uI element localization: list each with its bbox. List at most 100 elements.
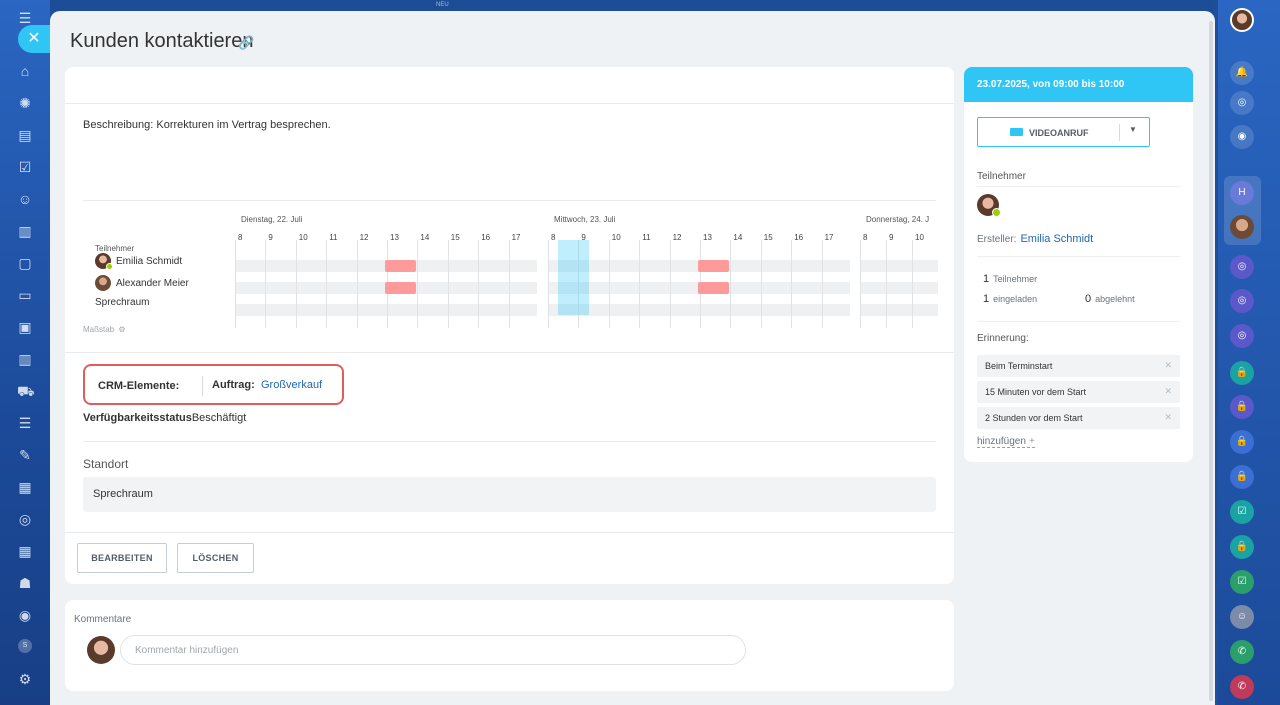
participant-avatar[interactable] xyxy=(977,194,1001,217)
busy-slot xyxy=(385,282,416,294)
slot-line xyxy=(821,240,823,328)
user-initial-badge[interactable]: H xyxy=(1230,181,1254,205)
goals-icon[interactable]: ◉ xyxy=(17,607,33,623)
cart-icon[interactable]: ⛟ xyxy=(17,383,35,399)
edit-button[interactable]: BEARBEITEN xyxy=(77,543,167,573)
contacts-icon[interactable]: ☺ xyxy=(17,191,33,207)
chat-icon[interactable]: ◉ xyxy=(1230,125,1254,149)
scrollbar[interactable] xyxy=(1209,21,1213,701)
home-icon[interactable]: ⌂ xyxy=(17,63,33,79)
hour-label: 9 xyxy=(889,233,894,242)
day-separator xyxy=(853,240,855,328)
slot-line xyxy=(417,240,419,328)
gear-icon[interactable]: ⚙ xyxy=(118,325,125,334)
target-icon[interactable]: ◎ xyxy=(1230,91,1254,115)
avatar[interactable] xyxy=(1230,8,1254,32)
link-icon[interactable]: 🔗 xyxy=(238,35,254,51)
avatar xyxy=(87,636,115,664)
feed-icon[interactable]: ✺ xyxy=(17,95,33,111)
divider xyxy=(65,532,954,533)
check-square-icon[interactable]: ☑ xyxy=(1230,570,1254,594)
stat-count: 1 xyxy=(983,293,990,305)
lock-icon[interactable]: 🔒 xyxy=(1230,535,1254,559)
comments-title: Kommentare xyxy=(74,614,132,625)
selected-time-slot[interactable] xyxy=(558,240,589,315)
video-call-label: VIDEOANRUF xyxy=(1029,128,1089,138)
day-label: Donnerstag, 24. J xyxy=(866,215,930,224)
video-call-button[interactable]: VIDEOANRUF ▼ xyxy=(977,117,1150,147)
day-separator xyxy=(537,240,539,328)
close-icon[interactable]: ✕ xyxy=(1164,386,1172,397)
robot-icon[interactable]: ☗ xyxy=(17,575,33,591)
divider xyxy=(83,441,936,442)
slot-line xyxy=(295,240,297,328)
busy-slot xyxy=(698,260,729,272)
check-square-icon[interactable]: ☑ xyxy=(1230,500,1254,524)
user-initial-badge[interactable]: S xyxy=(18,639,32,653)
availability-status: VerfügbarkeitsstatusBeschäftigt xyxy=(83,412,246,424)
hour-label: 13 xyxy=(390,233,399,242)
menu-icon[interactable]: ☰ xyxy=(17,10,33,26)
slot-line xyxy=(860,240,861,328)
divider xyxy=(977,256,1180,257)
lock-icon[interactable]: 🔒 xyxy=(1230,395,1254,419)
close-icon[interactable]: ✕ xyxy=(1164,412,1172,423)
chat-icon[interactable]: ▢ xyxy=(17,255,33,271)
bell-icon[interactable]: 🔔 xyxy=(1230,61,1254,85)
document-icon[interactable]: ▤ xyxy=(17,127,33,143)
divider xyxy=(83,200,936,201)
stat-count: 1 xyxy=(983,273,990,285)
slot-line xyxy=(912,240,913,328)
cards-icon[interactable]: ▭ xyxy=(17,287,33,303)
hour-label: 15 xyxy=(450,233,460,242)
busy-slot xyxy=(385,260,416,272)
target-icon[interactable]: ◎ xyxy=(1230,324,1254,348)
stat-label: Teilnehmer xyxy=(993,274,1038,284)
divider xyxy=(202,376,203,396)
edit-doc-icon[interactable]: ✎ xyxy=(17,447,33,463)
lock-icon[interactable]: 🔒 xyxy=(1230,465,1254,489)
divider xyxy=(977,321,1180,322)
target-icon[interactable]: ◎ xyxy=(17,511,33,527)
event-datetime: 23.07.2025, von 09:00 bis 10:00 xyxy=(964,67,1193,102)
comment-input[interactable]: Kommentar hinzufügen xyxy=(120,635,746,665)
new-badge: NEU xyxy=(436,2,449,8)
crm-link[interactable]: Großverkauf xyxy=(261,379,322,391)
id-card-icon[interactable]: ▦ xyxy=(17,479,33,495)
chevron-down-icon[interactable]: ▼ xyxy=(1129,125,1137,134)
close-icon[interactable]: ✕ xyxy=(1164,360,1172,371)
divider xyxy=(1119,124,1120,141)
reminder-item: 15 Minuten vor dem Start ✕ xyxy=(977,381,1180,403)
add-reminder-link[interactable]: hinzufügen + xyxy=(977,436,1035,448)
right-sidebar: 🔔 ◎ ◉ H ◎ ◎ ◎ 🔒 🔒 🔒 🔒 ☑ 🔒 ☑ ☺ ✆ ✆ xyxy=(1218,0,1280,705)
slot-line xyxy=(730,240,732,328)
slot-line xyxy=(478,240,480,328)
files-icon[interactable]: ▥ xyxy=(17,223,33,239)
timeline-row xyxy=(235,304,537,316)
calendar-icon[interactable]: ▦ xyxy=(17,543,33,559)
target-icon[interactable]: ◎ xyxy=(1230,289,1254,313)
hour-label: 9 xyxy=(268,233,273,242)
delete-button[interactable]: LÖSCHEN xyxy=(177,543,254,573)
lock-icon[interactable]: 🔒 xyxy=(1230,430,1254,454)
phone-icon[interactable]: ✆ xyxy=(1230,640,1254,664)
close-icon[interactable]: ✕ xyxy=(18,25,50,53)
avatar[interactable] xyxy=(1230,215,1254,239)
creator-name-link[interactable]: Emilia Schmidt xyxy=(1020,233,1093,245)
settings-icon[interactable]: ⚙ xyxy=(17,671,33,687)
lock-icon[interactable]: 🔒 xyxy=(1230,361,1254,385)
participants-header: Teilnehmer xyxy=(95,244,135,253)
target-icon[interactable]: ◎ xyxy=(1230,255,1254,279)
phone-icon[interactable]: ✆ xyxy=(1230,675,1254,699)
slot-line xyxy=(235,240,236,328)
hour-label: 17 xyxy=(824,233,834,242)
slot-line xyxy=(639,240,641,328)
tasks-icon[interactable]: ☑ xyxy=(17,159,33,175)
chart-icon[interactable]: ▥ xyxy=(17,351,33,367)
timeline-row xyxy=(548,304,850,316)
availability-value: Beschäftigt xyxy=(191,412,247,424)
group-avatar[interactable]: ☺ xyxy=(1230,605,1254,629)
scale-control[interactable]: Maßstab ⚙ xyxy=(83,325,126,334)
filter-icon[interactable]: ☰ xyxy=(17,415,33,431)
presentation-icon[interactable]: ▣ xyxy=(17,319,33,335)
